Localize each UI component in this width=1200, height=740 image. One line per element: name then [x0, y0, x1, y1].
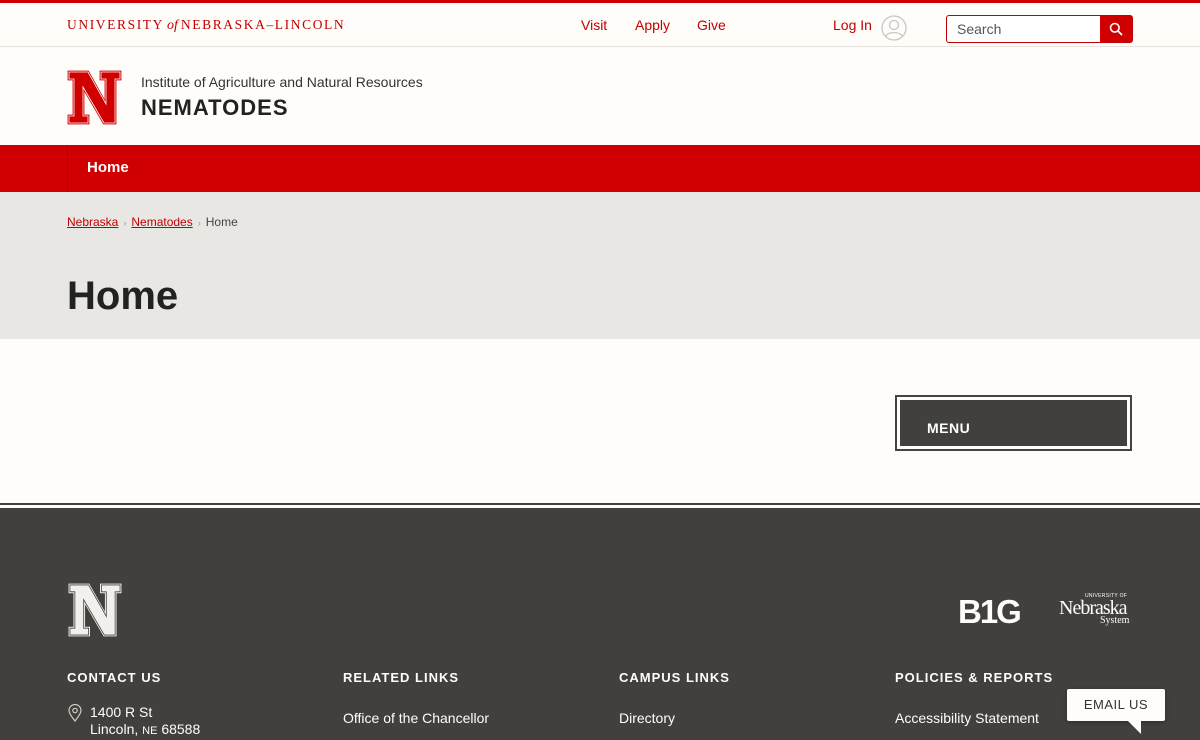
breadcrumb-current: Home: [205, 215, 238, 229]
give-link[interactable]: Give: [697, 17, 726, 33]
nebraska-system-logo[interactable]: UNIVERSITY OF Nebraska System: [1059, 593, 1132, 627]
accessibility-statement-link[interactable]: Accessibility Statement: [895, 710, 1039, 726]
apply-link[interactable]: Apply: [635, 17, 670, 33]
page-title: Home: [67, 274, 179, 318]
nu-system-sub-text: System: [1100, 615, 1130, 626]
institute-name: Institute of Agriculture and Natural Res…: [141, 74, 423, 90]
site-title[interactable]: NEMATODES: [141, 95, 289, 121]
breadcrumb-separator-icon: ›: [197, 218, 201, 228]
directory-link[interactable]: Directory: [619, 710, 675, 726]
breadcrumb: Nebraska › Nematodes › Home: [67, 215, 238, 229]
main-nav: Home: [0, 145, 1200, 192]
related-links-heading: RELATED LINKS: [343, 670, 460, 685]
top-bar: UNIVERSITY of NEBRASKA–LINCOLN Visit Apply…: [0, 0, 1200, 47]
wordmark-of: of: [167, 18, 178, 33]
contact-us-heading: CONTACT US: [67, 670, 162, 685]
user-icon[interactable]: [881, 15, 907, 41]
log-in-link[interactable]: Log In: [833, 17, 872, 33]
search-icon: [1109, 22, 1123, 36]
address-city-line: Lincoln, NE 68588: [90, 721, 200, 740]
search-box: [946, 15, 1133, 43]
search-input[interactable]: [947, 16, 1099, 42]
email-us-tail: [1127, 720, 1141, 734]
breadcrumb-nematodes[interactable]: Nematodes: [131, 215, 192, 229]
nav-item-home[interactable]: Home: [67, 145, 148, 192]
address-street: 1400 R St: [90, 704, 153, 720]
policies-reports-heading: POLICIES & REPORTS: [895, 670, 1054, 685]
site-footer: B1G UNIVERSITY OF Nebraska System CONTAC…: [0, 508, 1200, 740]
university-wordmark-link[interactable]: UNIVERSITY of NEBRASKA–LINCOLN: [67, 17, 345, 34]
site-header: Institute of Agriculture and Natural Res…: [0, 47, 1200, 145]
contact-address: 1400 R St Lincoln, NE 68588: [90, 704, 200, 740]
nebraska-n-footer-logo[interactable]: [67, 582, 123, 638]
office-of-the-chancellor-link[interactable]: Office of the Chancellor: [343, 710, 489, 726]
visit-link[interactable]: Visit: [581, 17, 607, 33]
menu-button[interactable]: MENU: [900, 400, 1127, 446]
menu-button-frame: MENU: [895, 395, 1132, 451]
page-hero: Nebraska › Nematodes › Home Home: [0, 192, 1200, 339]
map-pin-icon: [68, 704, 82, 722]
footer-divider: [0, 503, 1200, 505]
big-ten-logo[interactable]: B1G: [958, 593, 1022, 631]
email-us-button[interactable]: EMAIL US: [1067, 689, 1165, 721]
address-city: Lincoln,: [90, 721, 139, 737]
address-zip: 68588: [161, 721, 201, 737]
nebraska-n-logo[interactable]: [66, 69, 123, 126]
wordmark-nebraska-lincoln: NEBRASKA–LINCOLN: [180, 17, 346, 32]
breadcrumb-separator-icon: ›: [123, 218, 127, 228]
campus-links-heading: CAMPUS LINKS: [619, 670, 730, 685]
address-state: NE: [142, 725, 158, 737]
wordmark-university: UNIVERSITY: [67, 17, 164, 32]
breadcrumb-nebraska[interactable]: Nebraska: [67, 215, 118, 229]
search-button[interactable]: [1100, 16, 1132, 42]
